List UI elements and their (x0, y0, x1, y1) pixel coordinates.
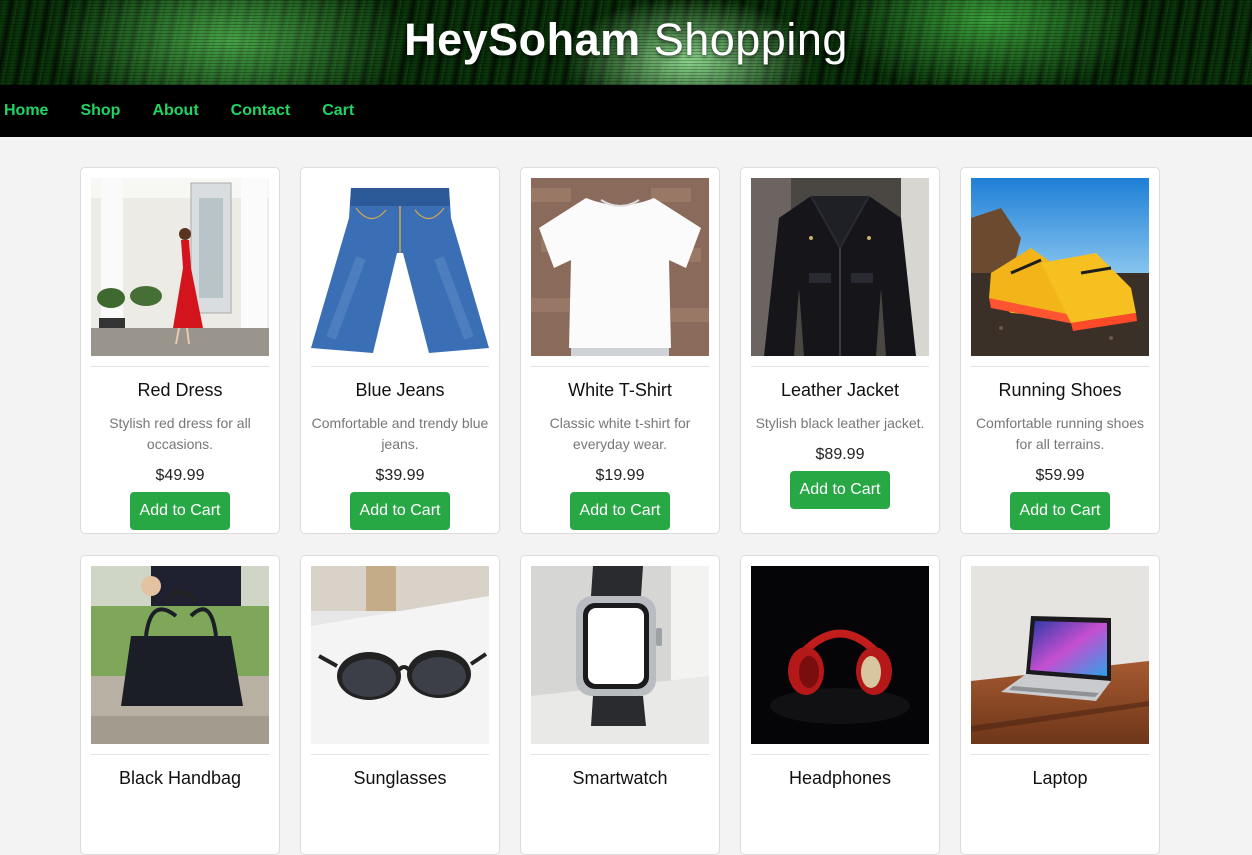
nav-home[interactable]: Home (4, 102, 48, 120)
card-divider (751, 366, 929, 367)
product-name: Running Shoes (998, 380, 1122, 400)
product-price: $39.99 (375, 467, 425, 484)
site-title-light: Shopping (653, 14, 848, 65)
product-price: $49.99 (155, 467, 205, 484)
nav-shop[interactable]: Shop (80, 102, 120, 120)
product-card: Laptop (960, 555, 1160, 855)
card-divider (91, 754, 269, 755)
card-divider (971, 754, 1149, 755)
card-divider (971, 366, 1149, 367)
product-description: Stylish red dress for all occasions. (109, 415, 251, 452)
add-to-cart-button[interactable]: Add to Cart (349, 492, 451, 530)
product-name: Black Handbag (118, 768, 242, 788)
product-card: White T-Shirt Classic white t-shirt for … (520, 167, 720, 534)
product-name: Red Dress (137, 380, 223, 400)
headphones-image (751, 566, 929, 744)
card-divider (311, 366, 489, 367)
blue-jeans-image (311, 178, 489, 356)
product-card: Sunglasses (300, 555, 500, 855)
product-card: Headphones (740, 555, 940, 855)
sunglasses-image (311, 566, 489, 744)
card-divider (311, 754, 489, 755)
product-card: Black Handbag (80, 555, 280, 855)
card-divider (531, 366, 709, 367)
red-dress-image (91, 178, 269, 356)
add-to-cart-button[interactable]: Add to Cart (1009, 492, 1111, 530)
product-name: White T-Shirt (568, 380, 672, 400)
product-price: $89.99 (815, 446, 865, 463)
nav-cart[interactable]: Cart (322, 102, 354, 120)
white-tshirt-image (531, 178, 709, 356)
black-handbag-image (91, 566, 269, 744)
nav-contact[interactable]: Contact (231, 102, 291, 120)
smartwatch-image (531, 566, 709, 744)
site-title: HeySoham Shopping (0, 14, 1252, 66)
product-description: Comfortable and trendy blue jeans. (311, 415, 489, 452)
leather-jacket-image (751, 178, 929, 356)
product-description: Classic white t-shirt for everyday wear. (549, 415, 691, 452)
laptop-image (971, 566, 1149, 744)
product-card: Red Dress Stylish red dress for all occa… (80, 167, 280, 534)
product-name: Laptop (1032, 768, 1088, 788)
product-card: Running Shoes Comfortable running shoes … (960, 167, 1160, 534)
card-divider (91, 366, 269, 367)
site-title-bold: HeySoham (404, 14, 641, 65)
product-name: Leather Jacket (780, 380, 900, 400)
card-divider (751, 754, 929, 755)
product-description: Stylish black leather jacket. (755, 415, 925, 431)
product-name: Headphones (788, 768, 892, 788)
add-to-cart-button[interactable]: Add to Cart (129, 492, 231, 530)
add-to-cart-button[interactable]: Add to Cart (789, 471, 891, 509)
nav-about[interactable]: About (152, 102, 198, 120)
card-divider (531, 754, 709, 755)
product-price: $59.99 (1035, 467, 1085, 484)
product-name: Blue Jeans (355, 380, 445, 400)
header-banner: HeySoham Shopping (0, 0, 1252, 85)
product-card: Blue Jeans Comfortable and trendy blue j… (300, 167, 500, 534)
running-shoes-image (971, 178, 1149, 356)
navbar: Home Shop About Contact Cart (0, 85, 1252, 137)
product-name: Smartwatch (572, 768, 668, 788)
product-card: Leather Jacket Stylish black leather jac… (740, 167, 940, 534)
product-price: $19.99 (595, 467, 645, 484)
product-description: Comfortable running shoes for all terrai… (975, 415, 1145, 452)
product-name: Sunglasses (353, 768, 447, 788)
product-card: Smartwatch (520, 555, 720, 855)
add-to-cart-button[interactable]: Add to Cart (569, 492, 671, 530)
